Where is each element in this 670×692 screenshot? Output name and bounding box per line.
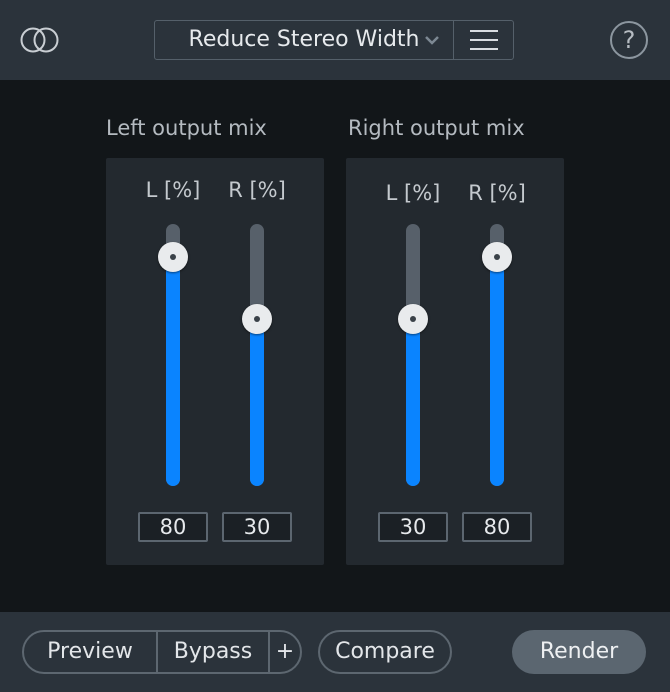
right-mix-l-slider[interactable]	[398, 224, 428, 486]
hamburger-icon	[470, 48, 498, 50]
right-output-mix-title: Right output mix	[348, 116, 525, 140]
left-mix-r-value-field[interactable]: 30	[222, 512, 292, 542]
slider-fill	[166, 259, 180, 486]
slider-fill	[250, 319, 264, 486]
right-mix-l-value-field[interactable]: 30	[378, 512, 448, 542]
help-button[interactable]: ?	[610, 21, 648, 59]
slider-fill	[406, 319, 420, 486]
bottom-bar: Preview Bypass + Compare Render	[0, 612, 670, 692]
left-mix-r-slider[interactable]	[242, 224, 272, 486]
right-mix-r-label: R [%]	[468, 181, 526, 205]
chevron-down-icon[interactable]	[423, 33, 441, 47]
render-button[interactable]: Render	[512, 630, 646, 674]
left-output-mix-title: Left output mix	[106, 116, 267, 140]
preview-button[interactable]: Preview	[24, 632, 156, 672]
hamburger-icon	[470, 30, 498, 32]
compare-button[interactable]: Compare	[318, 630, 452, 674]
preview-bypass-group: Preview Bypass +	[22, 630, 302, 674]
right-mix-r-value-field[interactable]: 80	[462, 512, 532, 542]
right-mix-r-slider[interactable]	[482, 224, 512, 486]
slider-thumb[interactable]	[482, 242, 512, 272]
right-mix-l-label: L [%]	[385, 181, 441, 205]
left-mix-l-value-field[interactable]: 80	[138, 512, 208, 542]
slider-thumb[interactable]	[398, 304, 428, 334]
bypass-button[interactable]: Bypass	[158, 632, 268, 672]
slider-thumb[interactable]	[242, 304, 272, 334]
slider-fill	[490, 259, 504, 486]
slider-thumb[interactable]	[158, 242, 188, 272]
add-bypass-button[interactable]: +	[270, 632, 300, 672]
left-mix-l-label: L [%]	[145, 178, 201, 202]
preset-selector[interactable]: Reduce Stereo Width	[154, 20, 514, 60]
left-mix-l-slider[interactable]	[158, 224, 188, 486]
left-mix-r-label: R [%]	[228, 178, 286, 202]
left-output-mix-panel	[106, 158, 324, 565]
overlapping-circles-icon	[20, 27, 59, 53]
hamburger-menu-button[interactable]	[454, 21, 514, 59]
hamburger-icon	[470, 39, 498, 41]
right-output-mix-panel	[346, 158, 564, 565]
top-bar: Reduce Stereo Width ?	[0, 0, 670, 80]
preset-name[interactable]: Reduce Stereo Width	[155, 21, 453, 59]
